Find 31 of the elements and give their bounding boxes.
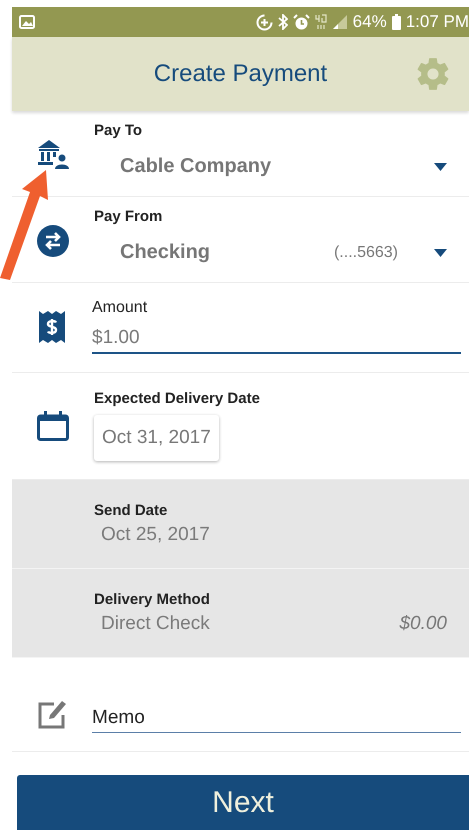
field-label: Amount xyxy=(92,299,148,317)
dropdown[interactable]: Checking (....5663) xyxy=(94,237,461,268)
dropdown[interactable]: Cable Company xyxy=(94,151,461,182)
transfer-icon xyxy=(37,225,69,257)
next-button[interactable]: Next xyxy=(17,775,469,830)
bank-user-icon xyxy=(37,139,69,169)
fee-amount: $0.00 xyxy=(399,613,447,635)
edit-icon xyxy=(37,698,67,730)
receipt-dollar-icon xyxy=(39,311,65,343)
caret-icon xyxy=(434,162,447,170)
signal-icon xyxy=(332,14,348,30)
info-label: Send Date xyxy=(94,502,168,519)
sync-icon xyxy=(256,14,273,30)
info-value: Direct Check xyxy=(101,613,211,635)
field-label: Pay From xyxy=(94,208,162,225)
info-label: Delivery Method xyxy=(94,591,210,608)
bluetooth-icon xyxy=(278,14,288,30)
battery-icon xyxy=(392,14,401,30)
battery-percent: 64% xyxy=(352,12,387,32)
caret-icon xyxy=(434,248,447,256)
field-label: Expected Delivery Date xyxy=(94,390,260,407)
screen-title: Create Payment xyxy=(154,60,328,88)
field-label: Pay To xyxy=(94,122,142,139)
info-value: Oct 25, 2017 xyxy=(101,524,211,546)
date-picker[interactable]: Oct 31, 2017 xyxy=(94,415,219,461)
calendar-icon xyxy=(37,411,69,441)
alarm-icon xyxy=(292,14,310,30)
image-icon xyxy=(19,15,35,29)
memo-field[interactable]: Memo xyxy=(92,704,461,733)
amount-field[interactable]: $1.00 xyxy=(92,324,461,354)
clock: 1:07 PM xyxy=(406,12,469,32)
